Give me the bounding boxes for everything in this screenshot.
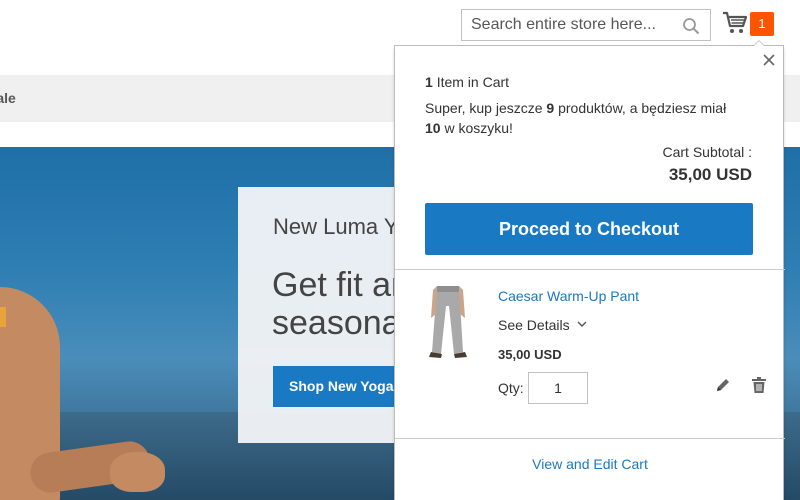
promo-suffix: w koszyku!: [440, 120, 513, 136]
view-and-edit-cart-link[interactable]: View and Edit Cart: [395, 456, 785, 472]
free-shipping-message: Super, kup jeszcze 9 produktów, a będzie…: [425, 98, 765, 138]
hero-person-hand: [110, 452, 165, 492]
edit-pencil-icon[interactable]: [715, 377, 731, 393]
search-input[interactable]: [462, 10, 682, 40]
see-details-label[interactable]: See Details: [498, 317, 570, 333]
proceed-to-checkout-button[interactable]: Proceed to Checkout: [425, 203, 753, 255]
nav-item-sale[interactable]: Sale: [0, 75, 16, 122]
product-thumbnail[interactable]: [423, 284, 473, 360]
promo-middle: produktów, a będziesz miał: [554, 100, 727, 116]
promo-prefix: Super, kup jeszcze: [425, 100, 547, 116]
search-box[interactable]: [461, 9, 711, 41]
minicart-dropdown: 1 Item in Cart Super, kup jeszcze 9 prod…: [394, 40, 785, 500]
divider: [395, 269, 785, 270]
items-label: Item in Cart: [436, 74, 510, 90]
nav-item-label[interactable]: Sale: [0, 75, 16, 122]
product-price: 35,00 USD: [498, 347, 562, 362]
qty-label: Qty:: [498, 380, 524, 396]
shop-new-yoga-button[interactable]: Shop New Yoga: [273, 366, 413, 407]
chevron-down-icon[interactable]: [577, 319, 587, 329]
hero-accent: [0, 307, 6, 327]
product-name-link[interactable]: Caesar Warm-Up Pant: [498, 288, 639, 304]
items-count: 1: [425, 74, 433, 90]
subtotal-price: 35,00 USD: [668, 165, 752, 184]
divider: [395, 438, 785, 439]
cart-count-badge[interactable]: 1: [750, 12, 774, 36]
qty-input[interactable]: [528, 372, 588, 404]
promo-total: 10: [425, 120, 441, 136]
shopping-cart-icon[interactable]: [722, 11, 748, 35]
items-total: 1 Item in Cart: [425, 74, 509, 90]
subtotal-label: Cart Subtotal :: [662, 144, 753, 160]
search-icon[interactable]: [682, 17, 700, 35]
see-details-toggle[interactable]: See Details: [498, 317, 587, 333]
trash-icon[interactable]: [751, 376, 767, 394]
close-icon[interactable]: [761, 52, 777, 68]
